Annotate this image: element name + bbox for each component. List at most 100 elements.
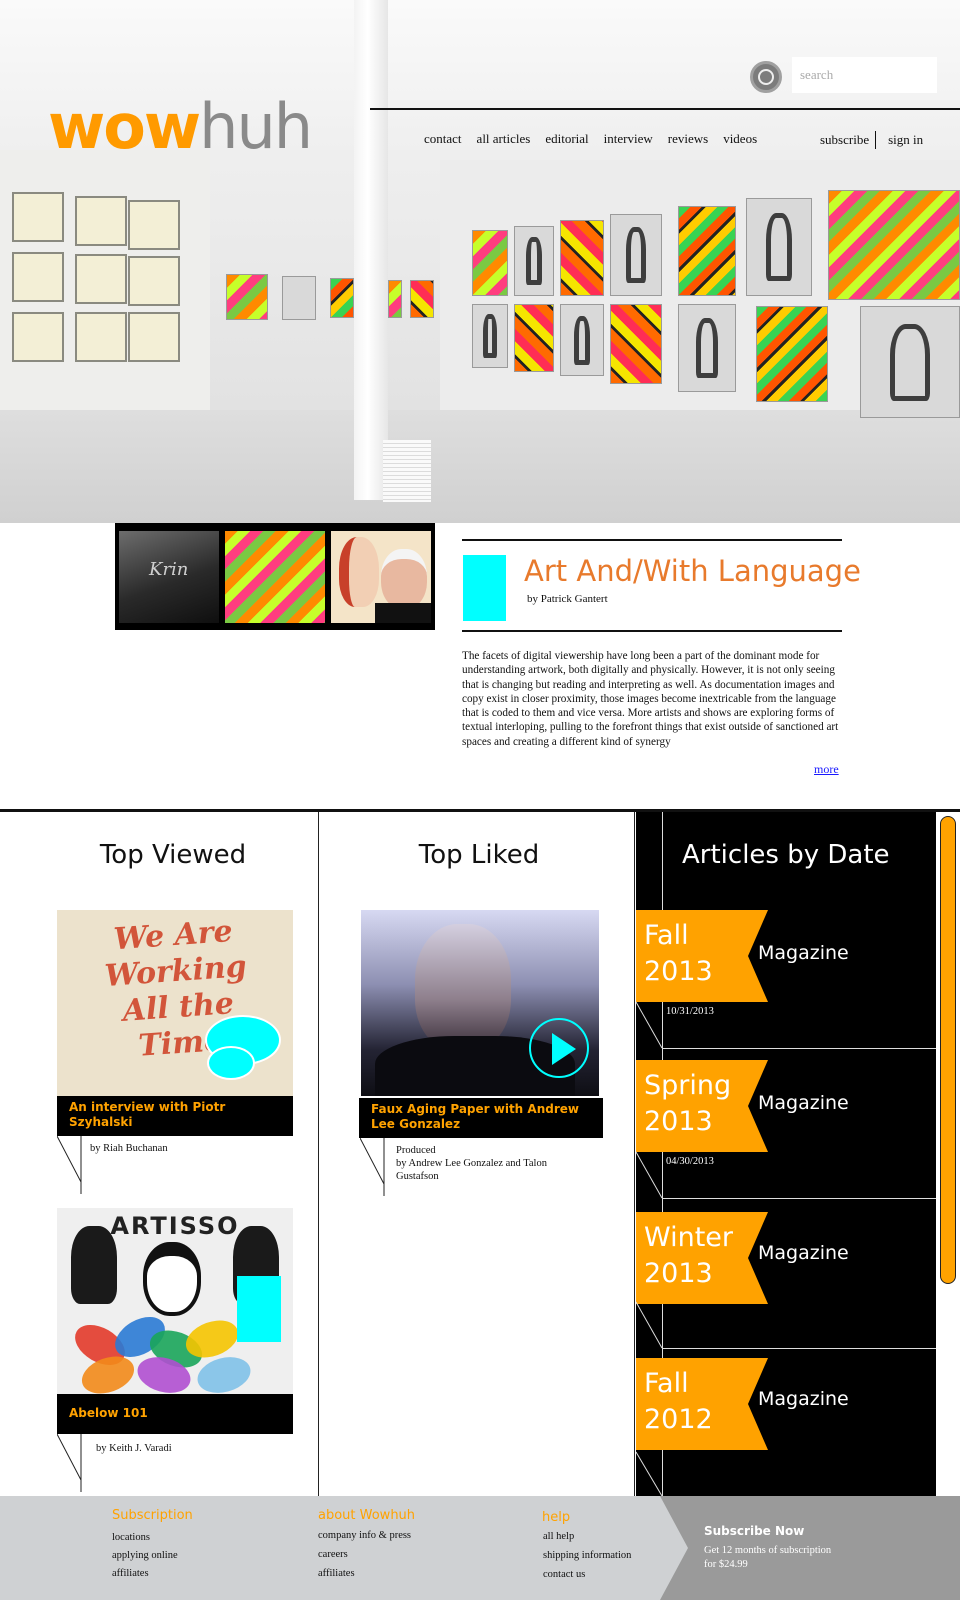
card-caption[interactable]: Faux Aging Paper with Andrew Lee Gonzale…: [359, 1098, 603, 1138]
painting: [472, 230, 508, 296]
card-byline: by Keith J. Varadi: [96, 1443, 172, 1454]
nav-editorial[interactable]: editorial: [545, 131, 588, 147]
feature-thumbnail-strip: Krin: [115, 523, 435, 630]
footer-link-shipping[interactable]: shipping information: [543, 1550, 631, 1561]
issue-date: 04/30/2013: [666, 1156, 714, 1167]
play-icon[interactable]: [529, 1018, 589, 1078]
subscribe-now-text: Get 12 months of subscription for $24.99: [704, 1545, 832, 1570]
feature-title[interactable]: Art And/With Language: [524, 554, 861, 588]
footer-subscription-heading: Subscription: [112, 1508, 193, 1523]
nav-videos[interactable]: videos: [723, 131, 757, 147]
nav-contact[interactable]: contact: [424, 131, 462, 147]
framed-drawing: [75, 312, 127, 362]
footer-about-heading: about Wowhuh: [318, 1508, 416, 1523]
scrollbar-thumb[interactable]: [940, 816, 956, 1284]
search-icon[interactable]: [750, 61, 782, 93]
signin-link[interactable]: sign in: [888, 132, 923, 148]
nav-all-articles[interactable]: all articles: [477, 131, 531, 147]
gallery-floor: [0, 410, 960, 523]
feature-thumbnail[interactable]: [225, 531, 325, 623]
card-caption[interactable]: Abelow 101: [57, 1394, 293, 1434]
working-all-the-time-image[interactable]: We Are Working All the Time: [57, 910, 293, 1096]
framed-drawing: [128, 312, 180, 362]
framed-drawing: [128, 200, 180, 250]
footer-link-careers[interactable]: careers: [318, 1549, 348, 1560]
speech-bubble-icon: [207, 1046, 255, 1080]
footer-help-heading: help: [542, 1510, 571, 1525]
issue-date: 10/31/2013: [666, 1006, 714, 1017]
cyan-overlay: [237, 1276, 281, 1342]
framed-drawing: [75, 254, 127, 304]
painting: [678, 304, 736, 392]
chalk-writing: Krin: [149, 559, 189, 580]
footer-link-affiliates[interactable]: affiliates: [112, 1568, 149, 1579]
gallery-column: [354, 0, 388, 500]
timeline-diagonals: [636, 1002, 663, 1496]
issue-magazine-label[interactable]: Magazine: [758, 1242, 849, 1264]
issue-separator: [662, 1348, 936, 1349]
search-input[interactable]: [792, 57, 937, 93]
footer-link-applying-online[interactable]: applying online: [112, 1550, 178, 1561]
painting: [560, 220, 604, 296]
painting: [678, 206, 736, 296]
issue-tag-fall-2013[interactable]: Fall 2013: [636, 910, 770, 1002]
subscribe-link[interactable]: subscribe: [820, 132, 869, 148]
paper-stack: [383, 440, 431, 502]
main-nav: contact all articles editorial interview…: [424, 131, 772, 147]
footer-link-locations[interactable]: locations: [112, 1532, 150, 1543]
footer-link-all-help[interactable]: all help: [543, 1531, 574, 1542]
issue-magazine-label[interactable]: Magazine: [758, 1388, 849, 1410]
nav-reviews[interactable]: reviews: [668, 131, 708, 147]
caption-pointer: [57, 1434, 82, 1492]
logo-wow: wow: [48, 90, 201, 163]
footer-link-affiliates[interactable]: affiliates: [318, 1568, 355, 1579]
card-caption[interactable]: An interview with Piotr Szyhalski: [57, 1096, 293, 1136]
abelow-art-image[interactable]: ARTISSO: [57, 1208, 293, 1394]
painting: [514, 226, 554, 296]
painting: [410, 280, 434, 318]
painting: [282, 276, 316, 320]
card-byline: Produced by Andrew Lee Gonzalez and Talo…: [396, 1145, 547, 1182]
column-divider: [318, 812, 319, 1496]
issue-magazine-label[interactable]: Magazine: [758, 942, 849, 964]
top-viewed-heading: Top Viewed: [99, 840, 247, 870]
footer-link-contact-us[interactable]: contact us: [543, 1569, 585, 1580]
painting: [514, 304, 554, 372]
painting: [610, 304, 662, 384]
portrait-head: [415, 924, 511, 1050]
account-separator: [875, 131, 877, 149]
framed-drawing: [12, 252, 64, 302]
petal-shape: [193, 1351, 255, 1394]
nav-rule: [370, 108, 960, 110]
feature-byline: by Patrick Gantert: [527, 593, 608, 605]
logo-huh: huh: [199, 90, 313, 163]
hand-shape: [71, 1226, 117, 1304]
feature-rule: [462, 539, 842, 541]
articles-by-date-panel: Articles by Date Fall 2013 Magazine 10/31…: [636, 812, 936, 1496]
issue-magazine-label[interactable]: Magazine: [758, 1092, 849, 1114]
feature-thumbnail[interactable]: Krin: [119, 531, 219, 623]
face-shape: [143, 1242, 201, 1316]
feature-body: The facets of digital viewership have lo…: [462, 650, 839, 748]
framed-drawing: [128, 256, 180, 306]
articles-by-date-heading: Articles by Date: [682, 840, 890, 870]
caption-pointer: [57, 1136, 82, 1194]
feature-thumbnail[interactable]: [331, 531, 431, 623]
painting: [746, 198, 812, 296]
nav-interview[interactable]: interview: [604, 131, 653, 147]
painting: [560, 304, 604, 376]
footer-link-company-info[interactable]: company info & press: [318, 1530, 411, 1541]
subscribe-now-heading[interactable]: Subscribe Now: [704, 1524, 804, 1538]
faux-aging-video-thumbnail[interactable]: [361, 910, 599, 1096]
site-logo[interactable]: wowhuh: [48, 96, 313, 158]
issue-separator: [662, 1048, 936, 1049]
more-link[interactable]: more: [814, 762, 839, 777]
painting: [226, 274, 268, 320]
issue-season: Fall 2013: [644, 920, 713, 987]
column-divider: [634, 812, 635, 1496]
framed-drawing: [75, 196, 127, 246]
painting: [330, 278, 354, 318]
painting: [860, 306, 960, 418]
painting: [610, 214, 662, 296]
framed-drawing: [12, 312, 64, 362]
